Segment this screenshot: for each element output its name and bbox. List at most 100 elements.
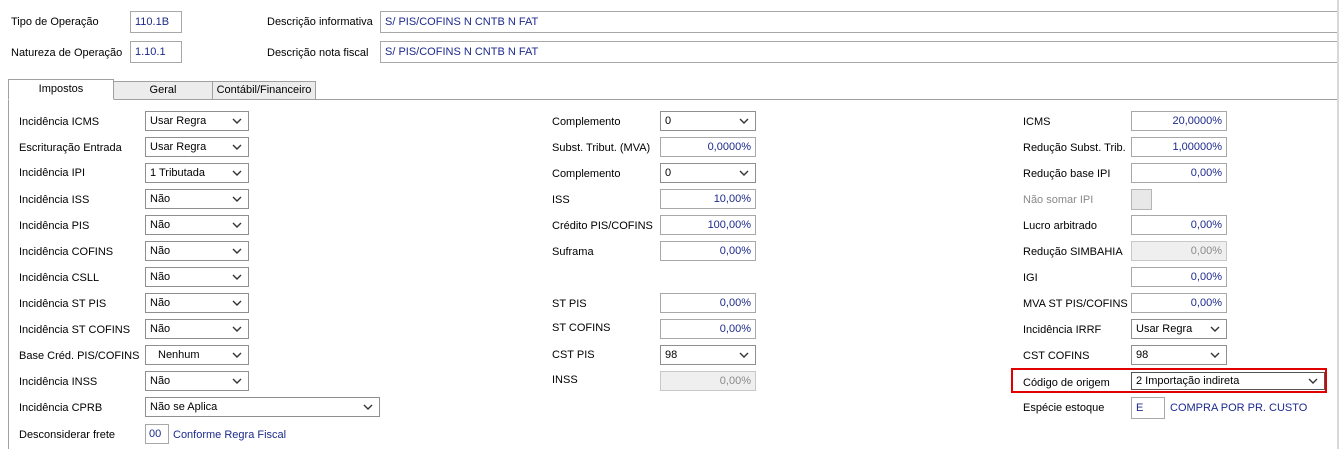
incidencia-csll-value: Não [150, 271, 171, 283]
complemento-2-value: 0 [665, 167, 672, 179]
chevron-down-icon [363, 398, 375, 416]
st-cofins-field[interactable]: 0,00% [660, 319, 756, 339]
incidencia-iss-value: Não [150, 193, 171, 205]
cst-pis-select[interactable]: 98 [660, 345, 756, 365]
chevron-down-icon [232, 346, 244, 364]
codigo-origem-select[interactable]: 2 Importação indireta [1131, 372, 1325, 390]
incidencia-iss-label: Incidência ISS [19, 194, 90, 206]
inss-field: 0,00% [660, 371, 756, 391]
complemento-select[interactable]: 0 [660, 111, 756, 131]
chevron-down-icon [232, 372, 244, 390]
credito-pis-cofins-field[interactable]: 100,00% [660, 215, 756, 235]
incidencia-iss-select[interactable]: Não [145, 189, 249, 209]
st-pis-label: ST PIS [552, 298, 587, 310]
icms-field[interactable]: 20,0000% [1131, 111, 1227, 131]
igi-label: IGI [1023, 272, 1038, 284]
chevron-down-icon [232, 294, 244, 312]
chevron-down-icon [232, 112, 244, 130]
tipo-operacao-label: Tipo de Operação [11, 16, 99, 28]
codigo-origem-label: Código de origem [1023, 377, 1110, 389]
st-pis-field[interactable]: 0,00% [660, 293, 756, 313]
tipo-operacao-field[interactable]: 110.1B [130, 11, 182, 33]
base-cred-pis-cofins-label: Base Créd. PIS/COFINS [19, 350, 140, 362]
chevron-down-icon [1210, 346, 1222, 364]
incidencia-st-pis-label: Incidência ST PIS [19, 298, 107, 310]
incidencia-irrf-select[interactable]: Usar Regra [1131, 319, 1227, 339]
mva-st-pis-cofins-field[interactable]: 0,00% [1131, 293, 1227, 313]
iss-label: ISS [552, 194, 570, 206]
chevron-down-icon [232, 164, 244, 182]
incidencia-cprb-select[interactable]: Não se Aplica [145, 397, 380, 417]
incidencia-csll-select[interactable]: Não [145, 267, 249, 287]
suframa-label: Suframa [552, 246, 594, 258]
incidencia-pis-select[interactable]: Não [145, 215, 249, 235]
complemento-2-select[interactable]: 0 [660, 163, 756, 183]
descricao-nota-fiscal-field[interactable]: S/ PIS/COFINS N CNTB N FAT [380, 41, 1339, 63]
complemento-value: 0 [665, 115, 672, 127]
incidencia-inss-value: Não [150, 375, 171, 387]
chevron-down-icon [232, 216, 244, 234]
base-cred-pis-cofins-value: Nenhum [158, 349, 200, 361]
chevron-down-icon [232, 268, 244, 286]
base-cred-pis-cofins-select[interactable]: Nenhum [145, 345, 249, 365]
cst-cofins-select[interactable]: 98 [1131, 345, 1227, 365]
descricao-nota-fiscal-label: Descrição nota fiscal [267, 47, 369, 59]
incidencia-cofins-select[interactable]: Não [145, 241, 249, 261]
natureza-operacao-field[interactable]: 1.10.1 [130, 41, 182, 63]
nao-somar-ipi-label: Não somar IPI [1023, 194, 1094, 206]
codigo-origem-value: 2 Importação indireta [1136, 375, 1240, 387]
incidencia-st-cofins-value: Não [150, 323, 171, 335]
chevron-down-icon [232, 138, 244, 156]
tab-contabil-financeiro[interactable]: Contábil/Financeiro [212, 81, 316, 100]
incidencia-pis-value: Não [150, 219, 171, 231]
escrituracao-entrada-select[interactable]: Usar Regra [145, 137, 249, 157]
incidencia-st-cofins-label: Incidência ST COFINS [19, 324, 131, 336]
descricao-informativa-field[interactable]: S/ PIS/COFINS N CNTB N FAT [380, 11, 1339, 33]
complemento-label: Complemento [552, 116, 621, 128]
especie-estoque-field[interactable]: E [1131, 397, 1165, 419]
nao-somar-ipi-checkbox[interactable] [1131, 189, 1152, 210]
incidencia-st-pis-select[interactable]: Não [145, 293, 249, 313]
incidencia-inss-select[interactable]: Não [145, 371, 249, 391]
incidencia-icms-label: Incidência ICMS [19, 116, 100, 128]
incidencia-icms-select[interactable]: Usar Regra [145, 111, 249, 131]
iss-field[interactable]: 10,00% [660, 189, 756, 209]
tab-geral[interactable]: Geral [113, 81, 213, 100]
incidencia-st-cofins-select[interactable]: Não [145, 319, 249, 339]
panel-left-border [8, 99, 9, 449]
reducao-simbahia-label: Redução SIMBAHIA [1023, 246, 1123, 258]
subst-tribut-label: Subst. Tribut. (MVA) [552, 142, 651, 154]
lucro-arbitrado-field[interactable]: 0,00% [1131, 215, 1227, 235]
cst-pis-label: CST PIS [552, 349, 595, 361]
incidencia-inss-label: Incidência INSS [19, 376, 98, 388]
reducao-subst-trib-field[interactable]: 1,00000% [1131, 137, 1227, 157]
inss-label: INSS [552, 374, 578, 386]
reducao-subst-trib-label: Redução Subst. Trib. [1023, 142, 1126, 154]
incidencia-ipi-value: 1 Tributada [150, 167, 206, 179]
cst-cofins-label: CST COFINS [1023, 350, 1090, 362]
subst-tribut-field[interactable]: 0,0000% [660, 137, 756, 157]
lucro-arbitrado-label: Lucro arbitrado [1023, 220, 1097, 232]
reducao-simbahia-field: 0,00% [1131, 241, 1227, 261]
incidencia-cofins-label: Incidência COFINS [19, 246, 114, 258]
chevron-down-icon [1308, 373, 1320, 389]
igi-field[interactable]: 0,00% [1131, 267, 1227, 287]
cst-pis-value: 98 [665, 349, 678, 361]
incidencia-ipi-label: Incidência IPI [19, 167, 86, 179]
credito-pis-cofins-label: Crédito PIS/COFINS [552, 220, 653, 232]
suframa-field[interactable]: 0,00% [660, 241, 756, 261]
incidencia-ipi-select[interactable]: 1 Tributada [145, 163, 249, 183]
chevron-down-icon [232, 242, 244, 260]
chevron-down-icon [739, 164, 751, 182]
desconsiderar-frete-field[interactable]: 00 [145, 424, 169, 444]
reducao-base-ipi-field[interactable]: 0,00% [1131, 163, 1227, 183]
escrituracao-entrada-value: Usar Regra [150, 141, 207, 153]
tab-impostos[interactable]: Impostos [8, 79, 114, 100]
cst-cofins-value: 98 [1136, 349, 1149, 361]
desconsiderar-frete-description: Conforme Regra Fiscal [173, 429, 287, 441]
incidencia-cofins-value: Não [150, 245, 171, 257]
chevron-down-icon [1210, 320, 1222, 338]
incidencia-cprb-value: Não se Aplica [150, 401, 218, 413]
especie-estoque-description: COMPRA POR PR. CUSTO [1170, 402, 1308, 414]
icms-label: ICMS [1023, 116, 1051, 128]
